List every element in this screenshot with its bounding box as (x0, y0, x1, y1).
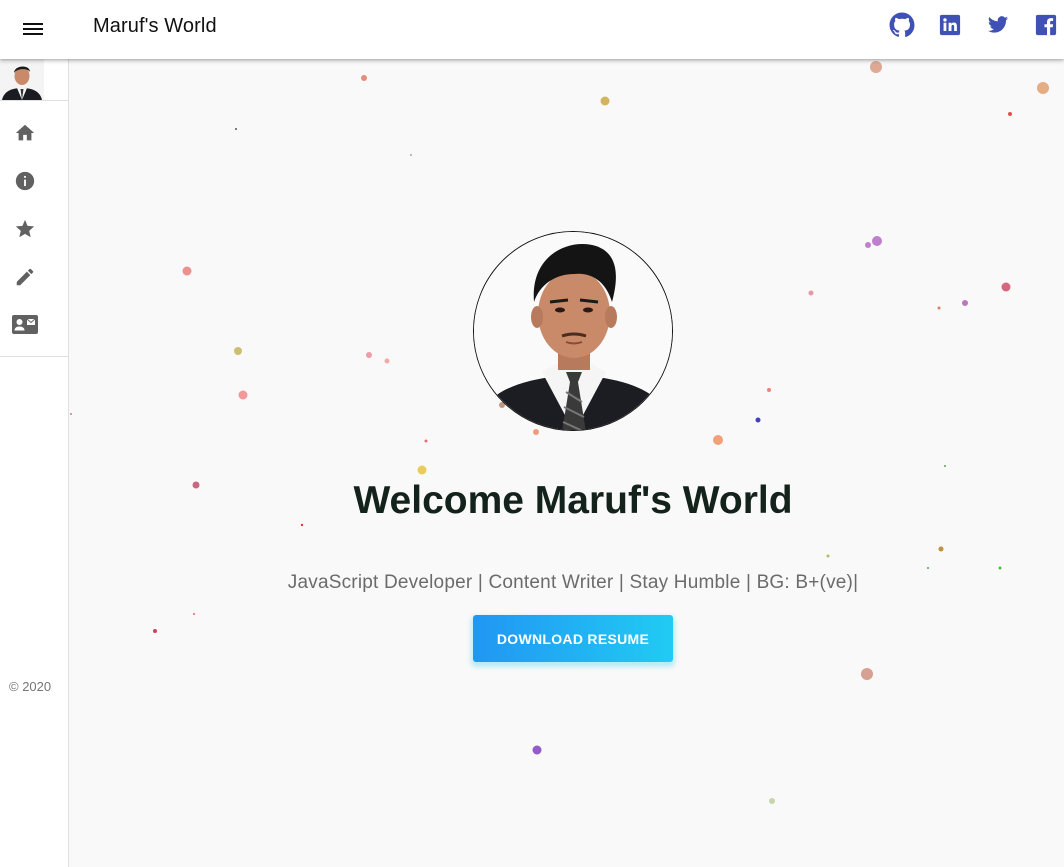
nav-drawer: © 2020 (0, 59, 69, 867)
top-app-bar: Maruf's World (0, 0, 1064, 59)
github-icon (889, 12, 915, 38)
menu-button[interactable] (14, 11, 52, 47)
twitter-link[interactable] (984, 11, 1012, 39)
profile-photo-large (474, 232, 672, 430)
contact-card-icon (12, 315, 38, 334)
nav-item-about[interactable] (12, 168, 38, 194)
hero-subtitle: JavaScript Developer | Content Writer | … (287, 572, 859, 593)
star-icon (15, 219, 35, 238)
nav-item-favorites[interactable] (12, 216, 38, 242)
app-title: Maruf's World (93, 15, 217, 37)
facebook-icon (1035, 14, 1057, 36)
pencil-icon (16, 268, 34, 286)
info-icon (15, 171, 35, 191)
download-resume-button[interactable]: DOWNLOAD RESUME (473, 615, 673, 662)
nav-item-contact[interactable] (12, 312, 38, 338)
linkedin-icon (939, 14, 961, 36)
hamburger-menu-icon (23, 23, 43, 35)
hero-title: Welcome Maruf's World (353, 479, 793, 522)
hero-avatar (473, 231, 673, 431)
nav-item-home[interactable] (12, 120, 38, 146)
facebook-link[interactable] (1032, 11, 1060, 39)
nav-item-blog[interactable] (12, 264, 38, 290)
drawer-divider-bottom (0, 356, 68, 357)
profile-photo (0, 59, 44, 100)
sidebar-avatar[interactable] (0, 59, 44, 100)
copyright-text: © 2020 (9, 679, 52, 694)
github-link[interactable] (888, 11, 916, 39)
particle-background (70, 61, 1049, 804)
drawer-divider (0, 100, 68, 101)
twitter-icon (987, 16, 1009, 33)
linkedin-link[interactable] (936, 11, 964, 39)
home-icon (15, 124, 35, 141)
